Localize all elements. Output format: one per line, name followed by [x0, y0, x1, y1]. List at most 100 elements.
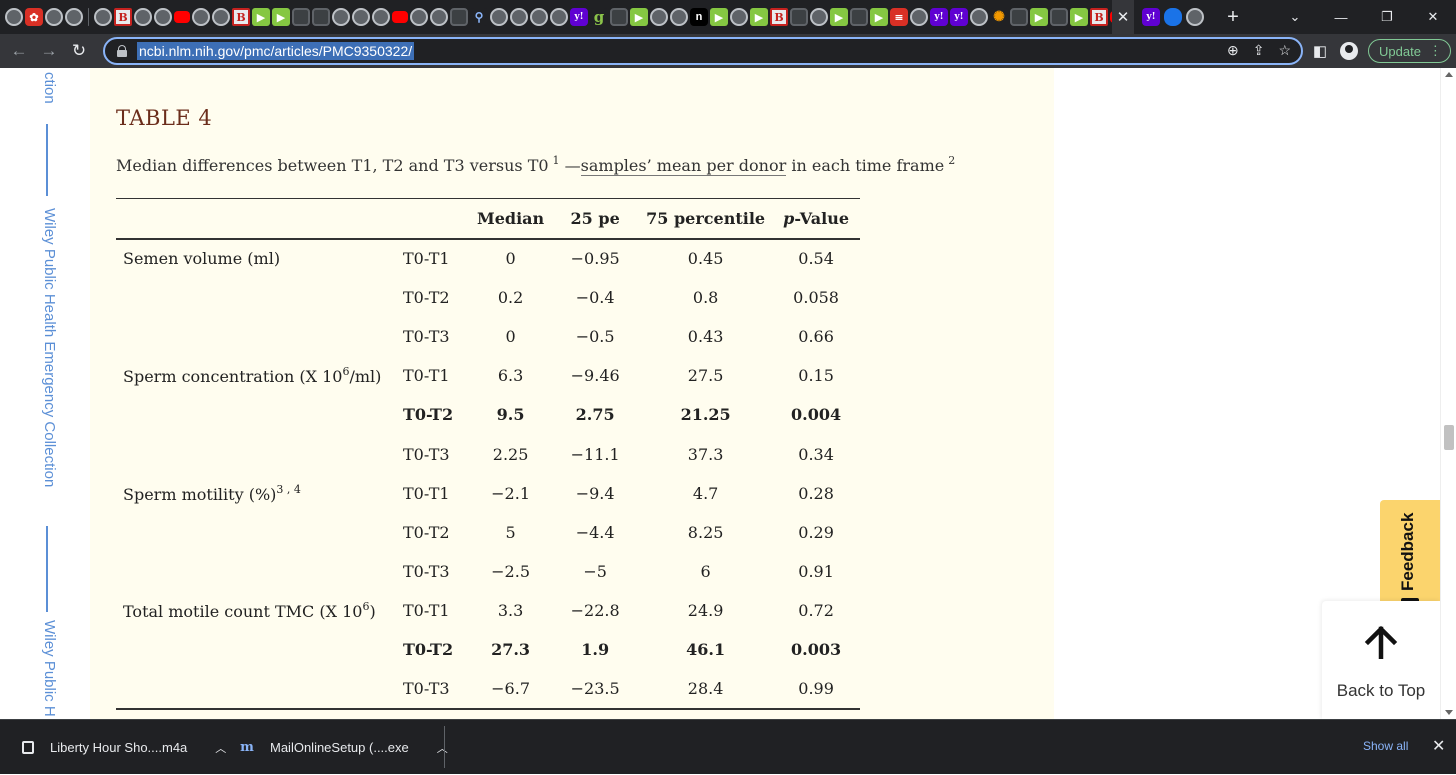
chevron-up-icon[interactable]: ︿ [437, 740, 448, 756]
tab-favicon-globe-icon[interactable] [5, 8, 23, 26]
tab-favicon-cloud-icon[interactable] [1164, 8, 1182, 26]
tab-favicon-rumble-icon[interactable]: ▶ [710, 8, 728, 26]
tab-favicon-shield-icon[interactable] [1010, 8, 1028, 26]
sidebar-section-link[interactable]: ction [38, 72, 58, 104]
url-text[interactable]: ncbi.nlm.nih.gov/pmc/articles/PMC9350322… [137, 42, 415, 60]
header-median: Median [470, 198, 552, 240]
download-item[interactable]: Liberty Hour Sho....m4a ︿ [22, 720, 226, 775]
tab-favicon-youtube-icon[interactable] [174, 11, 190, 23]
tab-favicon-yahoo-icon[interactable]: y! [950, 8, 968, 26]
chevron-up-icon[interactable]: ︿ [215, 740, 226, 756]
reload-icon[interactable]: ↻ [64, 41, 94, 61]
tab-favicon-globe-icon[interactable] [65, 8, 83, 26]
tab-favicon-yahoo-icon[interactable]: y! [930, 8, 948, 26]
caption-link[interactable]: samples’ mean per donor [580, 156, 787, 176]
zoom-icon[interactable]: ⊕ [1227, 42, 1239, 59]
tab-favicon-rumble-icon[interactable]: ▶ [830, 8, 848, 26]
tab-favicon-globe-icon[interactable] [430, 8, 448, 26]
tab-favicon-yahoo-icon[interactable]: y! [1142, 8, 1160, 26]
scrollbar-thumb[interactable] [1444, 425, 1454, 450]
tab-favicon-shield-icon[interactable] [450, 8, 468, 26]
active-tab-close-button[interactable]: ✕ [1112, 0, 1134, 34]
sidebar-collection-link[interactable]: Wiley Public Health Emergency Collection [38, 208, 58, 487]
tab-favicon-spark-icon[interactable]: ✺ [990, 8, 1008, 26]
address-bar[interactable]: ncbi.nlm.nih.gov/pmc/articles/PMC9350322… [103, 37, 1303, 65]
more-menu-icon[interactable]: ⋮ [1429, 43, 1442, 59]
tab-favicon-flower-icon[interactable]: ✿ [25, 8, 43, 26]
lock-icon[interactable] [117, 45, 127, 57]
tab-favicon-globe-icon[interactable] [810, 8, 828, 26]
tab-favicon-rumble-icon[interactable]: ▶ [750, 8, 768, 26]
median-cell: 0.2 [497, 287, 524, 307]
tab-favicon-bi-icon[interactable]: B [114, 8, 132, 26]
tab-favicon-globe-icon[interactable] [332, 8, 350, 26]
tab-favicon-g-icon[interactable]: g [590, 8, 608, 26]
tab-favicon-shield-icon[interactable] [790, 8, 808, 26]
tab-favicon-globe-icon[interactable] [212, 8, 230, 26]
tab-favicon-globe-icon[interactable] [910, 8, 928, 26]
tab-favicon-shield-icon[interactable] [610, 8, 628, 26]
tab-favicon-globe-icon[interactable] [94, 8, 112, 26]
tab-favicon-globe-icon[interactable] [650, 8, 668, 26]
parameter-name: Sperm concentration (X 10 [123, 367, 343, 387]
tab-favicon-rumble-icon[interactable]: ▶ [272, 8, 290, 26]
table-caption: Median differences between T1, T2 and T3… [116, 154, 955, 176]
tab-favicon-youtube-icon[interactable] [392, 11, 408, 23]
tab-favicon-globe-icon[interactable] [372, 8, 390, 26]
tab-favicon-globe-icon[interactable] [670, 8, 688, 26]
tab-favicon-rumble-icon[interactable]: ▶ [630, 8, 648, 26]
tab-favicon-globe-icon[interactable] [410, 8, 428, 26]
sidebar-collection-link-2[interactable]: Wiley Public H [38, 620, 58, 717]
scroll-down-arrow-icon[interactable] [1445, 710, 1453, 715]
tab-favicon-shield-icon[interactable] [292, 8, 310, 26]
tab-favicon-shield-icon[interactable] [312, 8, 330, 26]
tab-favicon-search-icon[interactable]: ⚲ [470, 8, 488, 26]
page-scrollbar[interactable] [1440, 68, 1456, 719]
update-button[interactable]: Update ⋮ [1368, 39, 1451, 63]
restore-button[interactable]: ❐ [1364, 9, 1410, 25]
tab-favicon-globe-icon[interactable] [1186, 8, 1204, 26]
tab-favicon-globe-icon[interactable] [134, 8, 152, 26]
tab-favicon-bookmark-icon[interactable]: ≡ [890, 8, 908, 26]
tab-favicon-bi-icon[interactable]: B [770, 8, 788, 26]
tab-favicon-yahoo-icon[interactable]: y! [570, 8, 588, 26]
download-item[interactable]: m MailOnlineSetup (....exe ︿ [240, 720, 448, 775]
back-arrow-icon[interactable]: ← [4, 41, 34, 61]
tab-favicon-globe-icon[interactable] [352, 8, 370, 26]
tab-favicon-globe-icon[interactable] [490, 8, 508, 26]
tab-favicon-rumble-icon[interactable]: ▶ [870, 8, 888, 26]
footnote-ref[interactable]: 1 [553, 154, 560, 167]
tab-favicon-globe-icon[interactable] [730, 8, 748, 26]
tab-favicon-globe-icon[interactable] [970, 8, 988, 26]
tab-favicon-shield-icon[interactable] [850, 8, 868, 26]
tab-favicon-globe-icon[interactable] [154, 8, 172, 26]
back-to-top-button[interactable]: Back to Top [1322, 601, 1440, 719]
footnote-ref[interactable]: 2 [948, 154, 955, 167]
tab-search-button[interactable]: ⌄ [1272, 9, 1318, 25]
side-panel-icon[interactable]: ◧ [1310, 42, 1330, 60]
tab-favicon-globe-icon[interactable] [550, 8, 568, 26]
tab-favicon-rumble-icon[interactable]: ▶ [252, 8, 270, 26]
profile-avatar-icon[interactable] [1340, 42, 1358, 60]
bookmark-star-icon[interactable]: ☆ [1278, 42, 1291, 59]
forward-arrow-icon[interactable]: → [34, 41, 64, 61]
tab-favicon-globe-icon[interactable] [192, 8, 210, 26]
tab-favicon-n-icon[interactable]: n [690, 8, 708, 26]
p-value-cell: 0.91 [798, 562, 834, 582]
tab-favicon-shield-icon[interactable] [1050, 8, 1068, 26]
new-tab-button[interactable]: + [1223, 6, 1243, 29]
tab-favicon-rumble-icon[interactable]: ▶ [1070, 8, 1088, 26]
share-icon[interactable]: ⇪ [1253, 42, 1265, 59]
tab-favicon-globe-icon[interactable] [510, 8, 528, 26]
tab-favicon-bi-icon[interactable]: B [1090, 8, 1108, 26]
tab-favicon-bi-icon[interactable]: B [232, 8, 250, 26]
tab-favicon-globe-icon[interactable] [530, 8, 548, 26]
tab-favicon-rumble-icon[interactable]: ▶ [1030, 8, 1048, 26]
close-downloads-bar-button[interactable]: ✕ [1432, 736, 1445, 756]
show-all-downloads-button[interactable]: Show all [1363, 739, 1408, 753]
close-window-button[interactable]: ✕ [1410, 9, 1456, 25]
minimize-button[interactable]: — [1318, 10, 1364, 25]
scroll-up-arrow-icon[interactable] [1445, 72, 1453, 77]
tab-favicon-globe-icon[interactable] [45, 8, 63, 26]
p75-cell: 37.3 [687, 444, 724, 464]
